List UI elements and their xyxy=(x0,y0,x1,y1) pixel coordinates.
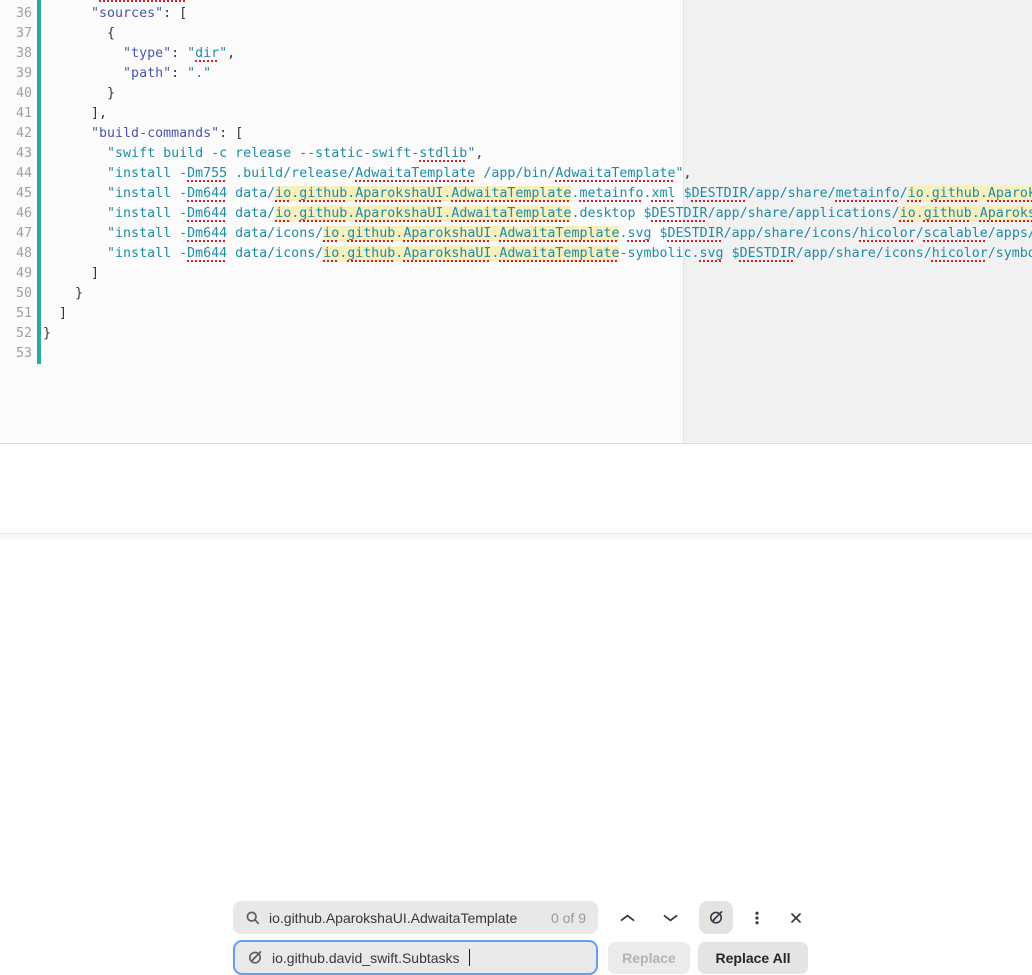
line-number: 43 xyxy=(0,144,32,164)
code-line[interactable]: ] xyxy=(43,264,1032,284)
code-line[interactable]: "install -Dm644 data/io.github.Aparoksha… xyxy=(43,184,1032,204)
line-number: 48 xyxy=(0,244,32,264)
line-number: 49 xyxy=(0,264,32,284)
code-line[interactable]: ] xyxy=(43,304,1032,324)
close-search-button[interactable] xyxy=(779,901,813,934)
code-line[interactable]: } xyxy=(43,84,1032,104)
line-number: 40 xyxy=(0,84,32,104)
code-line[interactable] xyxy=(43,344,1032,364)
git-change-bar xyxy=(37,0,41,364)
code-line[interactable]: "install -Dm644 data/icons/io.github.Apa… xyxy=(43,244,1032,264)
line-number: 42 xyxy=(0,124,32,144)
code-line[interactable]: "build-commands": [ xyxy=(43,124,1032,144)
code-line[interactable]: "install -Dm755 .build/release/AdwaitaTe… xyxy=(43,164,1032,184)
search-input[interactable]: io.github.AparokshaUI.AdwaitaTemplate 0 … xyxy=(233,901,598,934)
toggle-replace-button[interactable] xyxy=(699,901,733,934)
text-caret xyxy=(469,949,471,966)
line-number: 51 xyxy=(0,304,32,324)
code-line[interactable]: "path": "." xyxy=(43,64,1032,84)
code-line[interactable]: "install -Dm644 data/io.github.Aparoksha… xyxy=(43,204,1032,224)
find-replace-icon xyxy=(708,909,725,926)
find-replace-icon xyxy=(247,949,264,966)
line-number: 45 xyxy=(0,184,32,204)
search-input-value: io.github.AparokshaUI.AdwaitaTemplate xyxy=(269,910,517,926)
code-line[interactable]: } xyxy=(43,284,1032,304)
line-number: 46 xyxy=(0,204,32,224)
previous-match-button[interactable] xyxy=(610,901,644,934)
code-line[interactable]: "swift build -c release --static-swift-s… xyxy=(43,144,1032,164)
search-icon xyxy=(245,910,261,926)
line-number: 36 xyxy=(0,4,32,24)
replace-input-value: io.github.david_swift.Subtasks xyxy=(272,950,460,966)
window-bottom-strip xyxy=(0,534,1032,539)
code-editor[interactable]: 363738394041424344454647484950515253 "bu… xyxy=(0,0,1032,443)
line-number-gutter: 363738394041424344454647484950515253 xyxy=(0,4,32,364)
line-number: 47 xyxy=(0,224,32,244)
code-line[interactable]: { xyxy=(43,24,1032,44)
line-number: 44 xyxy=(0,164,32,184)
line-number: 38 xyxy=(0,44,32,64)
code-line[interactable]: ], xyxy=(43,104,1032,124)
code-line[interactable]: "type": "dir", xyxy=(43,44,1032,64)
replace-all-button[interactable]: Replace All xyxy=(698,942,808,974)
line-number: 39 xyxy=(0,64,32,84)
next-match-button[interactable] xyxy=(653,901,687,934)
code-line[interactable]: } xyxy=(43,324,1032,344)
line-number: 41 xyxy=(0,104,32,124)
close-icon xyxy=(789,911,803,925)
chevron-down-icon xyxy=(662,910,679,926)
chevron-up-icon xyxy=(619,910,636,926)
replace-button[interactable]: Replace xyxy=(608,942,690,974)
kebab-menu-icon xyxy=(749,910,765,926)
code-area[interactable]: "buildsystem": "simple", "sources": [ { … xyxy=(43,0,1032,364)
search-options-menu-button[interactable] xyxy=(740,901,774,934)
line-number: 53 xyxy=(0,344,32,364)
code-line[interactable]: "install -Dm644 data/icons/io.github.Apa… xyxy=(43,224,1032,244)
replace-input[interactable]: io.github.david_swift.Subtasks xyxy=(233,940,598,975)
search-replace-bar: io.github.AparokshaUI.AdwaitaTemplate 0 … xyxy=(0,444,1032,533)
line-number: 52 xyxy=(0,324,32,344)
line-number: 50 xyxy=(0,284,32,304)
code-line[interactable]: "sources": [ xyxy=(43,4,1032,24)
match-count: 0 of 9 xyxy=(551,910,586,926)
line-number: 37 xyxy=(0,24,32,44)
